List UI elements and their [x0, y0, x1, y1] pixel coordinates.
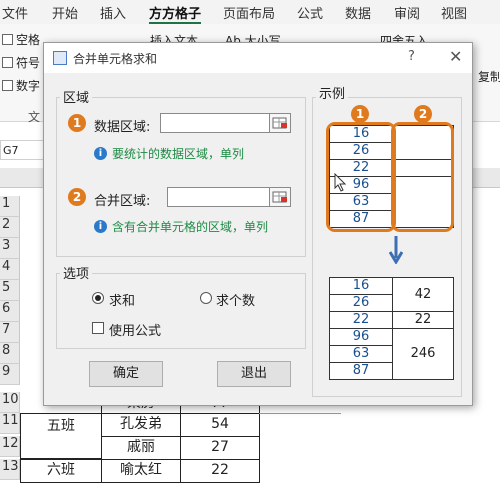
tab-file[interactable]: 文件: [2, 3, 28, 22]
ribbon-group-label: 文: [28, 110, 41, 124]
symbol-checkbox[interactable]: [2, 57, 13, 68]
options-group: [56, 273, 306, 349]
sum-label: 求和: [109, 294, 136, 309]
step-2-badge: 2: [68, 188, 86, 206]
sum-radio[interactable]: [92, 292, 104, 304]
row-header[interactable]: 1: [0, 196, 20, 217]
tab-review[interactable]: 审阅: [394, 3, 420, 22]
dialog-title: 合并单元格求和: [73, 52, 158, 66]
row-header[interactable]: 3: [0, 238, 20, 259]
dialog-app-icon: [53, 51, 67, 65]
row-header[interactable]: 7: [0, 322, 20, 343]
example-result-value: 63: [329, 345, 393, 363]
merge-sum-dialog: 合并单元格求和 ? ✕ 区域 1 数据区域: i 要统计的数据区域，单列 2 合…: [43, 42, 473, 406]
example-result-value: 26: [329, 294, 393, 312]
dialog-title-bar: 合并单元格求和 ? ✕: [44, 43, 472, 73]
table-cell[interactable]: 54: [180, 413, 260, 437]
range-picker-icon: [272, 117, 287, 129]
tab-insert[interactable]: 插入: [100, 3, 126, 22]
example-group-label: 示例: [316, 83, 349, 102]
row-header[interactable]: 2: [0, 217, 20, 238]
copy-paste-button[interactable]: 复制粘: [478, 68, 500, 85]
count-label: 求个数: [216, 294, 256, 309]
table-cell[interactable]: 孔发弟: [101, 413, 181, 437]
use-formula-label: 使用公式: [109, 324, 162, 339]
name-box[interactable]: G7: [0, 140, 44, 160]
use-formula-checkbox[interactable]: [92, 322, 104, 334]
example-badge-2: 2: [414, 105, 432, 123]
tab-view[interactable]: 视图: [441, 3, 467, 22]
example-result-value: 16: [329, 277, 393, 295]
row-header[interactable]: 9: [0, 364, 20, 385]
space-label: 空格: [16, 33, 41, 47]
row-header[interactable]: 12: [0, 436, 20, 457]
info-icon: i: [94, 147, 107, 160]
region-group-label: 区域: [60, 87, 93, 106]
table-cell[interactable]: 喻太红: [101, 459, 181, 483]
row-header[interactable]: 6: [0, 301, 20, 322]
data-range-hint: 要统计的数据区域，单列: [112, 147, 245, 161]
close-icon[interactable]: ✕: [449, 47, 462, 66]
row-header[interactable]: 11: [0, 413, 20, 434]
info-icon: i: [94, 220, 107, 233]
table-cell[interactable]: 戚丽: [101, 436, 181, 460]
example-merge-highlight: [391, 122, 454, 232]
tab-fangfanggezi[interactable]: 方方格子: [149, 3, 201, 22]
count-radio[interactable]: [200, 292, 212, 304]
class-label: 五班: [47, 418, 75, 434]
merge-range-input[interactable]: [167, 187, 270, 207]
number-label: 数字: [16, 79, 41, 93]
ok-button[interactable]: 确定: [89, 361, 163, 387]
row-header[interactable]: 13: [0, 459, 20, 480]
exit-button[interactable]: 退出: [217, 361, 291, 387]
symbol-label: 符号: [16, 56, 41, 70]
example-badge-1: 1: [351, 105, 369, 123]
space-checkbox[interactable]: [2, 34, 13, 45]
down-arrow-icon: [389, 236, 403, 264]
data-range-label: 数据区域:: [94, 120, 151, 135]
row-header[interactable]: 4: [0, 259, 20, 280]
tab-formulas[interactable]: 公式: [297, 3, 323, 22]
table-cell[interactable]: 27: [180, 436, 260, 460]
merge-range-picker-button[interactable]: [269, 187, 291, 207]
help-icon[interactable]: ?: [408, 49, 415, 64]
table-cell-merged[interactable]: 五班: [20, 413, 102, 459]
grid-line: [259, 413, 341, 414]
merge-range-label: 合并区域:: [94, 194, 151, 209]
row-header[interactable]: 5: [0, 280, 20, 301]
table-cell[interactable]: 22: [180, 459, 260, 483]
merge-range-hint: 含有合并单元格的区域，单列: [112, 220, 269, 234]
data-range-picker-button[interactable]: [269, 113, 291, 133]
options-group-label: 选项: [60, 263, 93, 282]
example-result-sum: 22: [392, 311, 454, 329]
step-1-badge: 1: [68, 114, 86, 132]
tab-page-layout[interactable]: 页面布局: [223, 3, 275, 22]
example-result-sum: 42: [392, 277, 454, 312]
ribbon-tab-bar: 文件 开始 插入 方方格子 页面布局 公式 数据 审阅 视图: [0, 0, 500, 24]
mouse-cursor-icon: [334, 173, 347, 192]
row-header[interactable]: 8: [0, 343, 20, 364]
example-result-sum: 246: [392, 328, 454, 380]
data-range-input[interactable]: [160, 113, 270, 133]
tab-data[interactable]: 数据: [345, 3, 371, 22]
number-checkbox[interactable]: [2, 80, 13, 91]
table-cell[interactable]: 六班: [20, 459, 102, 483]
row-header[interactable]: 10: [0, 392, 20, 413]
tab-home[interactable]: 开始: [52, 3, 78, 22]
example-result-value: 96: [329, 328, 393, 346]
range-picker-icon: [272, 191, 287, 203]
example-result-value: 22: [329, 311, 393, 329]
example-result-value: 87: [329, 362, 393, 380]
